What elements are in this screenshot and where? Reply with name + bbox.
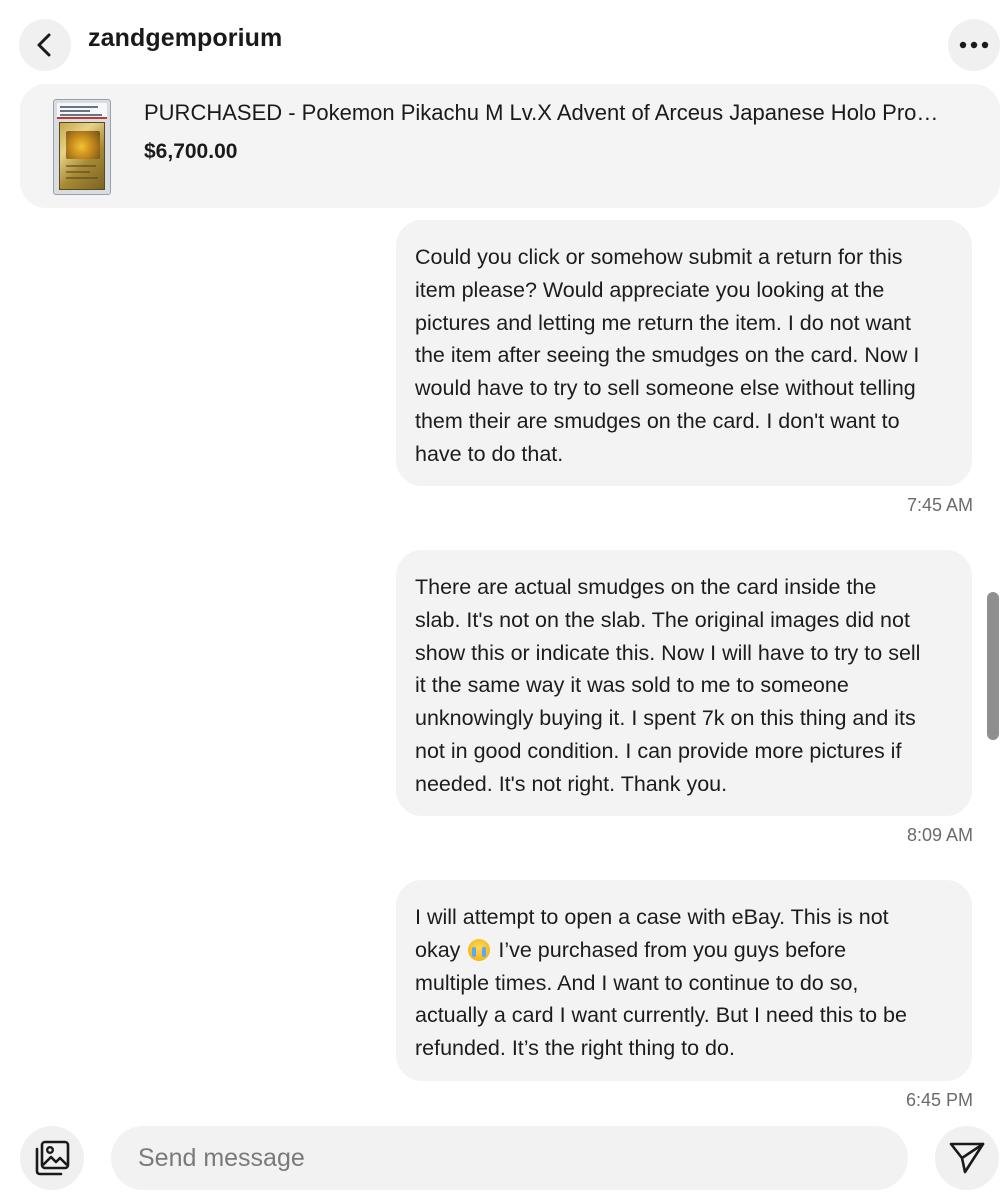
message-timestamp: 6:45 PM (905, 1090, 973, 1110)
more-options-button[interactable] (948, 19, 1000, 71)
item-thumbnail (53, 99, 111, 195)
loudly-crying-face-icon (468, 938, 491, 961)
ellipsis-icon (959, 41, 989, 49)
chat-screen: zandgemporium PURCHASED - Pokemon Pikach… (0, 0, 1005, 1199)
item-card[interactable]: PURCHASED - Pokemon Pikachu M Lv.X Adven… (20, 84, 1000, 208)
item-title: PURCHASED - Pokemon Pikachu M Lv.X Adven… (144, 100, 939, 125)
slab-label (57, 103, 107, 119)
message-bubble: Could you click or somehow submit a retu… (396, 220, 972, 486)
send-icon (949, 1142, 985, 1174)
chat-header: zandgemporium (0, 0, 1005, 86)
message-timestamp: 8:09 AM (906, 825, 973, 845)
message-timestamp: 7:45 AM (906, 495, 973, 515)
back-button[interactable] (19, 19, 71, 71)
conversation-title: zandgemporium (88, 24, 283, 52)
message-text: I’ve purchased from you guys before mult… (415, 937, 907, 1061)
attach-photo-button[interactable] (20, 1126, 84, 1190)
message-bubble: There are actual smudges on the card ins… (396, 550, 972, 816)
card-image (59, 122, 105, 190)
scrollbar-thumb[interactable] (987, 592, 999, 740)
send-button[interactable] (935, 1126, 999, 1190)
chevron-left-icon (37, 33, 51, 57)
item-price: $6,700.00 (144, 140, 238, 163)
image-gallery-icon (35, 1140, 70, 1176)
message-bubble: I will attempt to open a case with eBay.… (396, 880, 972, 1081)
message-input[interactable] (111, 1126, 908, 1190)
